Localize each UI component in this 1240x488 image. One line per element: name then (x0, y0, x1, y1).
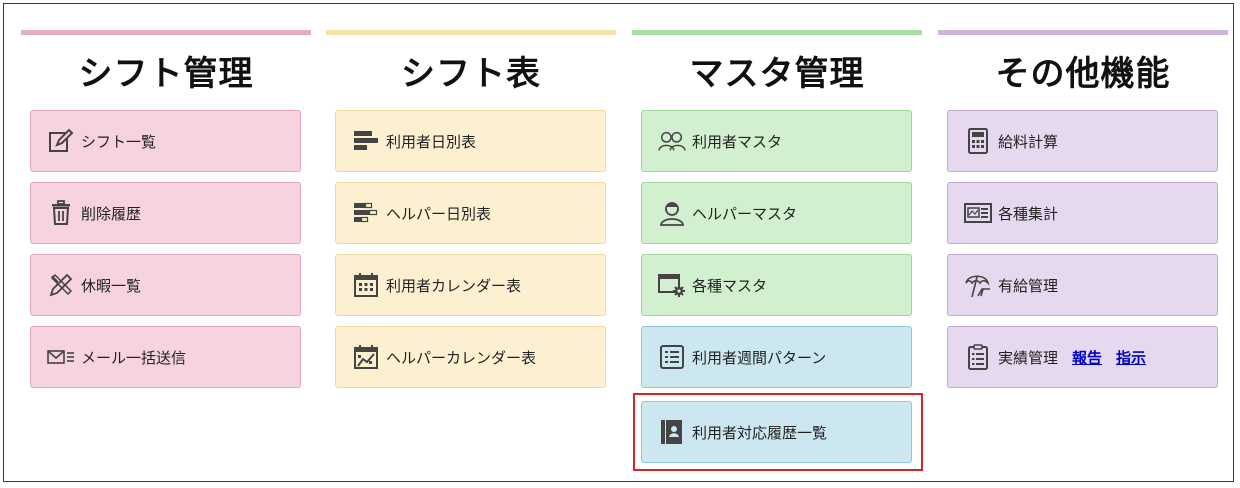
column-title: シフト管理 (78, 54, 254, 94)
column-title: マスタ管理 (689, 54, 865, 94)
menu-item-bulk-mail[interactable]: メール一括送信 (30, 326, 301, 388)
menu-item-user-daily-table[interactable]: 利用者日別表 (335, 110, 606, 172)
menu-item-label: 削除履歴 (81, 204, 142, 223)
menu-item-helper-calendar[interactable]: ヘルパーカレンダー表 (335, 326, 606, 388)
menu-item-label: 各種マスタ (692, 276, 768, 295)
menu-item-label: 利用者カレンダー表 (386, 276, 522, 295)
column-accent-bar (326, 30, 616, 35)
menu-item-leave-list[interactable]: 休暇一覧 (30, 254, 301, 316)
column-accent-bar (938, 30, 1228, 35)
column-master-management: マスタ管理 (632, 30, 922, 93)
trash-icon (47, 199, 75, 227)
window-gear-icon (658, 271, 686, 299)
menu-item-user-master[interactable]: 利用者マスタ (641, 110, 912, 172)
menu-item-label: 休暇一覧 (81, 276, 142, 295)
instruction-link[interactable]: 指示 (1116, 347, 1146, 368)
menu-item-various-master[interactable]: 各種マスタ (641, 254, 912, 316)
edit-icon (47, 127, 75, 155)
menu-item-user-correspondence-history[interactable]: 利用者対応履歴一覧 (641, 401, 912, 463)
menu-item-label: 給料計算 (998, 132, 1059, 151)
menu-item-label: メール一括送信 (81, 348, 187, 367)
menu-item-user-calendar[interactable]: 利用者カレンダー表 (335, 254, 606, 316)
column-shift-management: シフト管理 (21, 30, 311, 93)
calendar-chart-icon (352, 343, 380, 371)
clipboard-icon (964, 343, 992, 371)
contact-book-icon (658, 418, 686, 446)
column-title: その他機能 (995, 54, 1171, 94)
user-icon (658, 199, 686, 227)
dashboard-icon (964, 199, 992, 227)
calendar-icon (352, 271, 380, 299)
menu-item-label: 各種集計 (998, 204, 1059, 223)
calculator-icon (964, 127, 992, 155)
beach-umbrella-icon (964, 271, 992, 299)
menu-item-various-totals[interactable]: 各種集計 (947, 182, 1218, 244)
list-icon (658, 343, 686, 371)
menu-item-salary-calculation[interactable]: 給料計算 (947, 110, 1218, 172)
menu-item-helper-daily-table[interactable]: ヘルパー日別表 (335, 182, 606, 244)
column-shift-table: シフト表 (326, 30, 616, 93)
menu-item-label: 利用者日別表 (386, 132, 477, 151)
menu-item-label: ヘルパーカレンダー表 (386, 348, 537, 367)
menu-item-label: 利用者週間パターン (692, 348, 827, 367)
menu-item-shift-list[interactable]: シフト一覧 (30, 110, 301, 172)
menu-item-user-weekly-pattern[interactable]: 利用者週間パターン (641, 326, 912, 388)
menu-item-label: シフト一覧 (81, 132, 157, 151)
bar-chart-outline-icon (352, 199, 380, 227)
menu-item-helper-master[interactable]: ヘルパーマスタ (641, 182, 912, 244)
column-accent-bar (21, 30, 311, 35)
bar-chart-icon (352, 127, 380, 155)
column-title: シフト表 (401, 54, 541, 94)
pencil-ruler-icon (47, 271, 75, 299)
column-accent-bar (632, 30, 922, 35)
menu-item-label: ヘルパー日別表 (386, 204, 492, 223)
mail-icon (47, 343, 75, 371)
report-link[interactable]: 報告 (1072, 347, 1102, 368)
menu-item-label: 有給管理 (998, 276, 1059, 295)
menu-item-performance-management[interactable]: 実績管理 報告 指示 (947, 326, 1218, 388)
users-icon (658, 127, 686, 155)
menu-item-paid-leave-management[interactable]: 有給管理 (947, 254, 1218, 316)
column-other-functions: その他機能 (938, 30, 1228, 93)
menu-item-label: 実績管理 (998, 348, 1059, 367)
menu-item-label: 利用者対応履歴一覧 (692, 423, 828, 442)
menu-item-label: 利用者マスタ (692, 132, 783, 151)
menu-item-label: ヘルパーマスタ (692, 204, 798, 223)
menu-item-deletion-history[interactable]: 削除履歴 (30, 182, 301, 244)
